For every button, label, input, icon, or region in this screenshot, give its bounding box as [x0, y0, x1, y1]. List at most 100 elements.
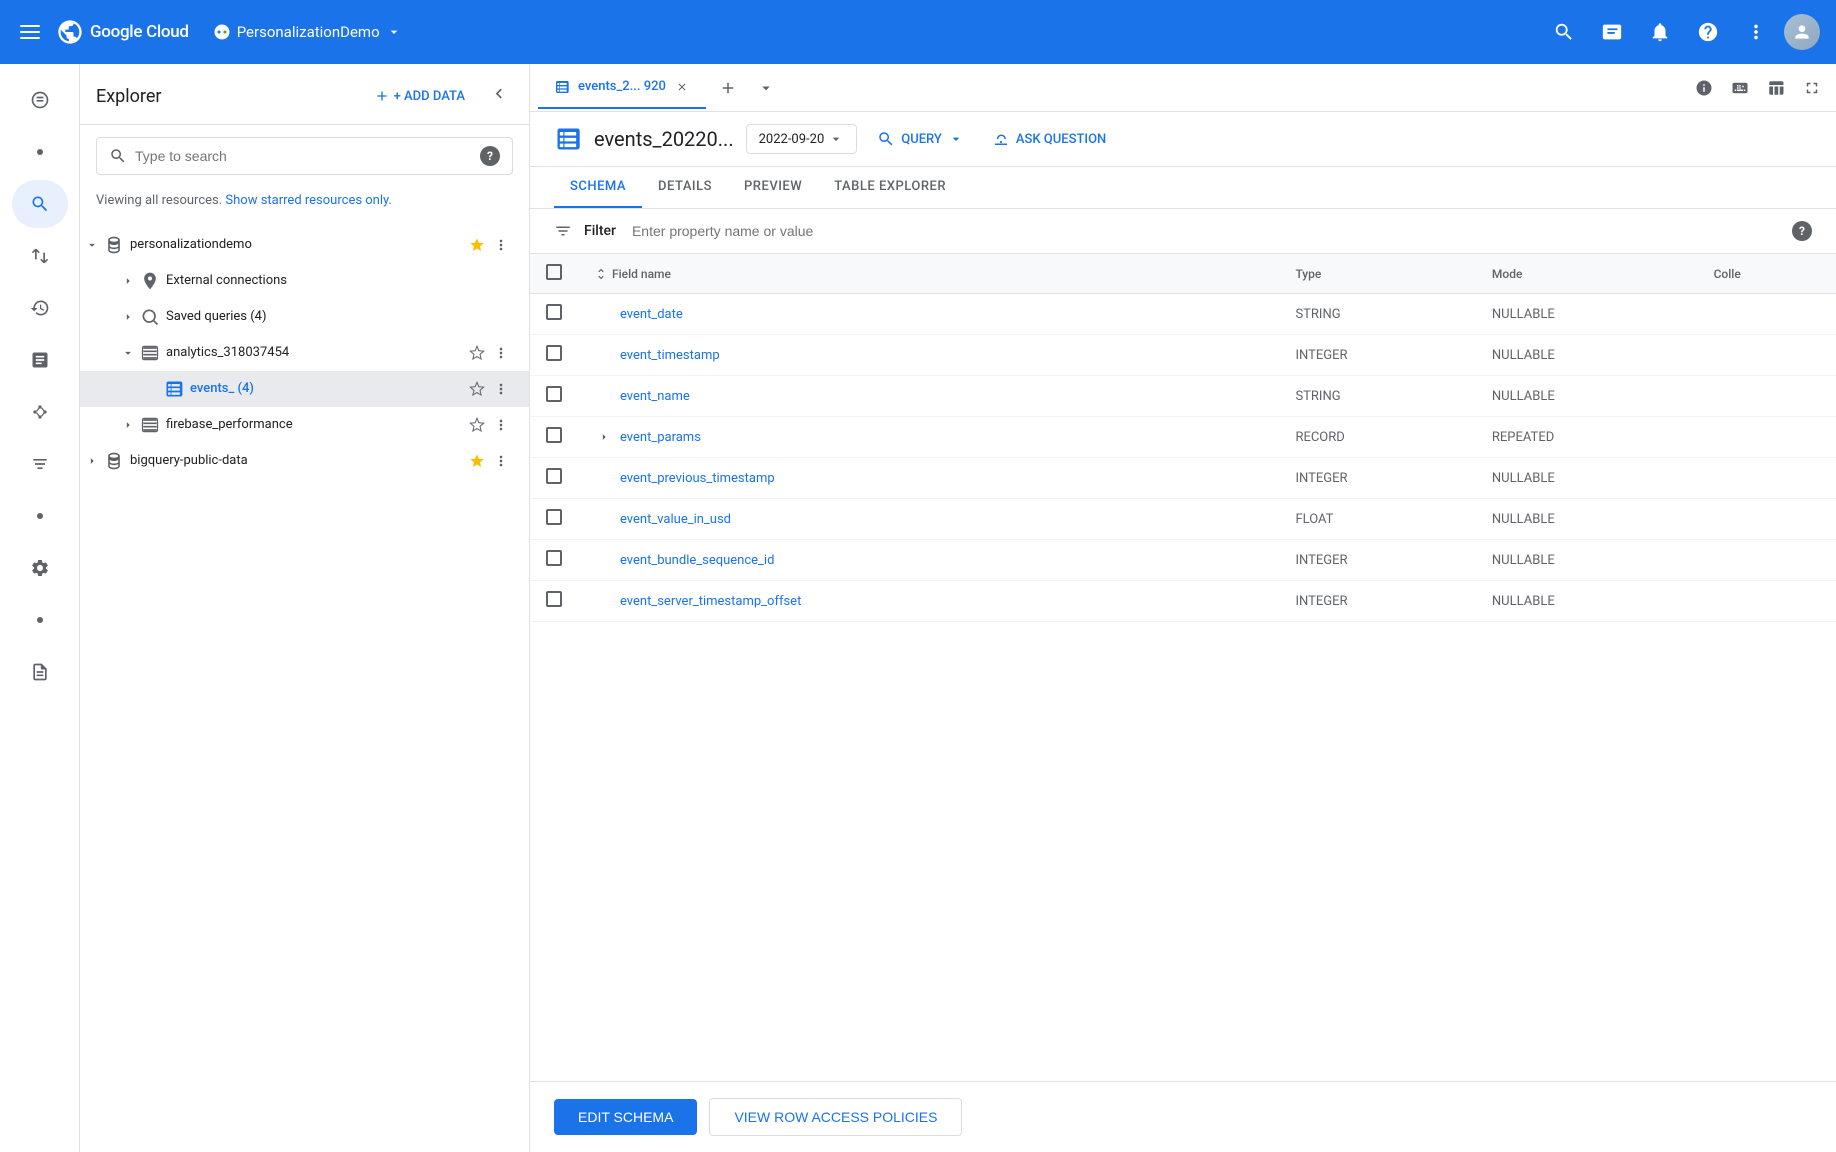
view-policies-button[interactable]: VIEW ROW ACCESS POLICIES [709, 1098, 962, 1136]
row-checkbox-event_value_in_usd[interactable] [546, 509, 562, 525]
col-header-mode: Mode [1476, 254, 1698, 294]
tree-item-analytics[interactable]: analytics_318037454 [80, 335, 529, 371]
inner-tab-details[interactable]: DETAILS [642, 167, 728, 208]
star-personalizationdemo[interactable] [465, 233, 489, 257]
hamburger-menu[interactable] [16, 21, 44, 43]
field-mode-event_name: NULLABLE [1476, 376, 1698, 417]
sidebar-icon-search[interactable] [12, 180, 68, 228]
row-checkbox-event_name[interactable] [546, 386, 562, 402]
sidebar-icon-transfers[interactable] [12, 232, 68, 280]
edit-schema-button[interactable]: EDIT SCHEMA [554, 1099, 697, 1135]
sidebar-icon-dot2[interactable] [12, 492, 68, 540]
row-checkbox-event_bundle_sequence_id[interactable] [546, 550, 562, 566]
help-button[interactable] [1688, 12, 1728, 52]
notifications-button[interactable] [1640, 12, 1680, 52]
field-name-event_previous_timestamp[interactable]: event_previous_timestamp [620, 471, 775, 486]
sidebar-icon-ml[interactable] [12, 388, 68, 436]
more-analytics[interactable] [489, 341, 513, 365]
field-name-event_timestamp[interactable]: event_timestamp [620, 348, 720, 363]
filter-input[interactable] [632, 223, 1780, 239]
tab-events[interactable]: events_2... 920 [538, 67, 706, 109]
tree-item-firebase[interactable]: firebase_performance [80, 407, 529, 443]
tree-toggle-analytics[interactable] [116, 341, 140, 365]
more-firebase[interactable] [489, 413, 513, 437]
sidebar-icon-dot1[interactable] [12, 128, 68, 176]
tree-label-firebase: firebase_performance [166, 417, 465, 432]
tree-toggle-personalizationdemo[interactable] [80, 233, 104, 257]
star-analytics[interactable] [465, 341, 489, 365]
field-name-cell-event_previous_timestamp: event_previous_timestamp [578, 458, 1279, 499]
cloud-shell-button[interactable] [1592, 12, 1632, 52]
tree-item-events[interactable]: events_ (4) [80, 371, 529, 407]
help-icon [1697, 21, 1719, 43]
row-checkbox-cell [530, 294, 578, 335]
row-checkbox-event_server_timestamp_offset[interactable] [546, 591, 562, 607]
more-options-button[interactable] [1736, 12, 1776, 52]
bottom-bar: EDIT SCHEMA VIEW ROW ACCESS POLICIES [530, 1081, 1836, 1152]
ask-question-button[interactable]: ASK QUESTION [984, 124, 1114, 154]
star-events[interactable] [465, 377, 489, 401]
show-starred-link[interactable]: Show starred resources only. [225, 193, 392, 208]
row-checkbox-event_date[interactable] [546, 304, 562, 320]
field-name-event_name[interactable]: event_name [620, 389, 690, 404]
filter-help-icon[interactable]: ? [1792, 221, 1812, 241]
more-events[interactable] [489, 377, 513, 401]
field-name-event_bundle_sequence_id[interactable]: event_bundle_sequence_id [620, 553, 774, 568]
date-dropdown-icon [828, 131, 844, 147]
row-checkbox-cell [530, 540, 578, 581]
add-data-button[interactable]: + ADD DATA [366, 82, 473, 110]
search-button[interactable] [1544, 12, 1584, 52]
tab-close-button[interactable] [674, 79, 690, 95]
sidebar-icon-dot3[interactable] [12, 596, 68, 644]
sidebar-icon-docs[interactable] [12, 648, 68, 696]
expand-button[interactable] [1796, 72, 1828, 104]
expand-event_params[interactable] [594, 427, 614, 447]
row-checkbox-event_timestamp[interactable] [546, 345, 562, 361]
more-vert-firebase-icon [493, 417, 509, 433]
tab-more-icon [757, 79, 775, 97]
add-tab-icon [719, 79, 737, 97]
info-button[interactable] [1688, 72, 1720, 104]
search-help-icon[interactable]: ? [480, 146, 500, 166]
field-name-event_params[interactable]: event_params [620, 430, 701, 445]
search-input[interactable] [135, 148, 472, 164]
user-avatar[interactable] [1784, 14, 1820, 50]
star-bigquery-public[interactable] [465, 449, 489, 473]
date-selector[interactable]: 2022-09-20 [746, 124, 858, 154]
sidebar-icon-history[interactable] [12, 284, 68, 332]
tree-item-personalizationdemo[interactable]: personalizationdemo [80, 227, 529, 263]
inner-tab-table-explorer[interactable]: TABLE EXPLORER [818, 167, 962, 208]
more-personalizationdemo[interactable] [489, 233, 513, 257]
row-checkbox-cell [530, 376, 578, 417]
tree-item-saved-queries[interactable]: Saved queries (4) [80, 299, 529, 335]
query-button[interactable]: QUERY [869, 124, 972, 154]
tree-label-personalizationdemo: personalizationdemo [130, 237, 465, 252]
more-bigquery-public[interactable] [489, 449, 513, 473]
tree-item-external-connections[interactable]: External connections [80, 263, 529, 299]
tree-toggle-firebase[interactable] [116, 413, 140, 437]
tree-toggle-bigquery-public[interactable] [80, 449, 104, 473]
field-name-event_server_timestamp_offset[interactable]: event_server_timestamp_offset [620, 594, 801, 609]
sidebar-icon-settings[interactable] [12, 544, 68, 592]
tab-more-button[interactable] [750, 72, 782, 104]
tree-toggle-saved-queries[interactable] [116, 305, 140, 329]
keyboard-button[interactable] [1724, 72, 1756, 104]
tree-toggle-external[interactable] [116, 269, 140, 293]
project-selector[interactable]: PersonalizationDemo [213, 23, 402, 41]
table-view-button[interactable] [1760, 72, 1792, 104]
sidebar-icon-analytics[interactable] [12, 336, 68, 384]
inner-tab-schema[interactable]: SCHEMA [554, 167, 642, 208]
select-all-checkbox[interactable] [546, 264, 562, 280]
add-tab-button[interactable] [710, 70, 746, 106]
inner-tab-preview[interactable]: PREVIEW [728, 167, 818, 208]
collapse-panel-button[interactable] [485, 80, 513, 112]
plus-icon [374, 88, 390, 104]
star-firebase[interactable] [465, 413, 489, 437]
field-name-event_value_in_usd[interactable]: event_value_in_usd [620, 512, 731, 527]
row-checkbox-event_previous_timestamp[interactable] [546, 468, 562, 484]
sidebar-icon-pipelines[interactable] [12, 440, 68, 488]
field-name-event_date[interactable]: event_date [620, 307, 683, 322]
row-checkbox-event_params[interactable] [546, 427, 562, 443]
sidebar-icon-bigquery[interactable] [12, 76, 68, 124]
tree-item-bigquery-public[interactable]: bigquery-public-data [80, 443, 529, 479]
